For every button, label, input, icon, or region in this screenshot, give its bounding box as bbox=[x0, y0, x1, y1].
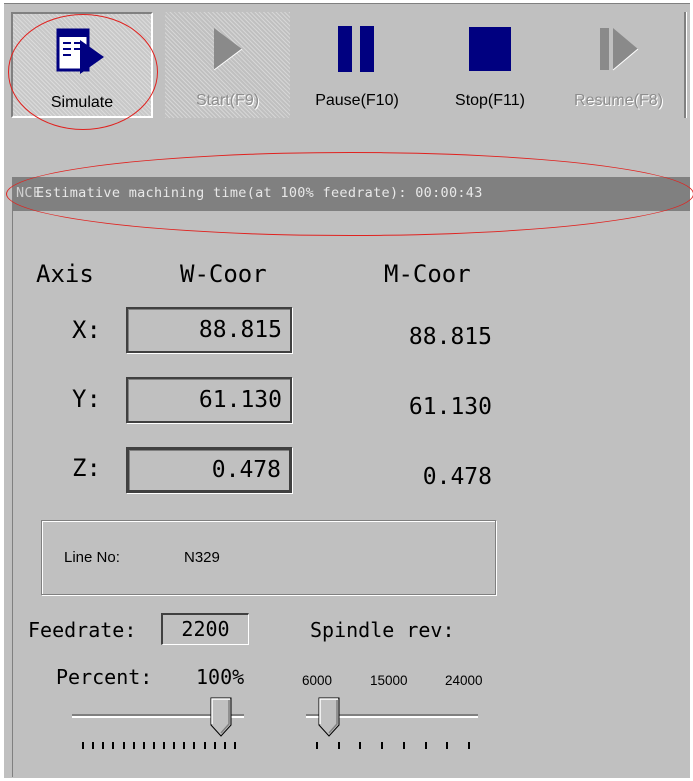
slider-tick bbox=[316, 742, 318, 749]
spindle-slider-thumb[interactable] bbox=[318, 697, 340, 737]
slider-tick bbox=[468, 742, 470, 749]
x-w-coordinate: 88.815 bbox=[126, 307, 292, 353]
y-w-coordinate: 61.130 bbox=[126, 377, 292, 423]
start-button[interactable]: Start(F9) bbox=[165, 12, 290, 118]
stop-icon bbox=[432, 22, 548, 76]
spindle-slider-ticks bbox=[316, 742, 470, 750]
line-number-label: Line No: bbox=[64, 549, 120, 566]
frame-divider bbox=[12, 211, 13, 777]
percent-value: 100% bbox=[196, 665, 245, 689]
slider-tick bbox=[142, 742, 145, 749]
slider-tick bbox=[381, 742, 384, 749]
slider-tick bbox=[92, 742, 95, 749]
pause-label: Pause(F10) bbox=[315, 92, 399, 109]
slider-tick bbox=[152, 742, 155, 749]
feedrate-label: Feedrate: bbox=[28, 618, 137, 642]
simulate-label: Simulate bbox=[50, 94, 114, 111]
slider-tick bbox=[424, 742, 427, 749]
percent-slider-ticks bbox=[82, 742, 236, 750]
pause-button[interactable]: Pause(F10) bbox=[297, 12, 417, 118]
spindle-rev-label: Spindle rev: bbox=[310, 618, 455, 642]
slider-tick bbox=[337, 742, 340, 749]
x-axis-label: X: bbox=[72, 316, 101, 344]
axis-header: Axis bbox=[36, 260, 94, 288]
z-axis-label: Z: bbox=[72, 454, 101, 482]
simulate-icon bbox=[13, 24, 151, 78]
toolbar-separator bbox=[684, 12, 687, 118]
slider-tick bbox=[446, 742, 449, 749]
stop-label: Stop(F11) bbox=[455, 92, 525, 109]
y-m-coordinate: 61.130 bbox=[408, 394, 492, 420]
m-coor-header: M-Coor bbox=[384, 260, 471, 288]
percent-label: Percent: bbox=[56, 665, 153, 689]
play-icon bbox=[165, 22, 290, 76]
slider-tick bbox=[402, 742, 405, 749]
line-number-value: N329 bbox=[184, 549, 220, 566]
x-m-coordinate: 88.815 bbox=[408, 324, 492, 350]
z-m-coordinate: 0.478 bbox=[422, 464, 492, 490]
slider-tick bbox=[359, 742, 362, 749]
slider-tick bbox=[163, 742, 166, 749]
slider-tick bbox=[213, 742, 216, 749]
slider-tick bbox=[132, 742, 135, 749]
top-border bbox=[3, 3, 690, 4]
resume-button[interactable]: Resume(F8) bbox=[555, 12, 682, 118]
machining-time-text: Estimative machining time(at 100% feedra… bbox=[36, 185, 483, 201]
slider-tick bbox=[112, 742, 115, 749]
stop-button[interactable]: Stop(F11) bbox=[432, 12, 548, 118]
spindle-tick-15000: 15000 bbox=[370, 673, 408, 688]
simulate-button[interactable]: Simulate bbox=[11, 12, 153, 118]
slider-tick bbox=[122, 742, 125, 749]
resume-icon bbox=[555, 22, 682, 76]
slider-tick bbox=[223, 742, 226, 749]
toolbar: Simulate Start(F9) Pause(F10) Stop(F11) … bbox=[7, 12, 689, 120]
z-w-coordinate: 0.478 bbox=[126, 447, 292, 493]
resume-label: Resume(F8) bbox=[574, 92, 663, 109]
spindle-tick-24000: 24000 bbox=[445, 673, 483, 688]
feedrate-field[interactable]: 2200 bbox=[161, 613, 249, 645]
w-coor-header: W-Coor bbox=[180, 260, 267, 288]
simulation-panel: Simulate Start(F9) Pause(F10) Stop(F11) … bbox=[3, 3, 690, 778]
left-border bbox=[3, 3, 4, 778]
start-label: Start(F9) bbox=[195, 92, 260, 109]
status-bar: NCE Estimative machining time(at 100% fe… bbox=[12, 177, 690, 211]
slider-tick bbox=[102, 742, 105, 749]
spindle-tick-6000: 6000 bbox=[302, 673, 333, 688]
slider-tick bbox=[82, 742, 84, 749]
y-axis-label: Y: bbox=[72, 385, 101, 413]
slider-tick bbox=[193, 742, 196, 749]
slider-tick bbox=[203, 742, 206, 749]
pause-icon bbox=[297, 22, 417, 76]
percent-slider-thumb[interactable] bbox=[210, 697, 232, 737]
slider-tick bbox=[234, 742, 236, 749]
slider-tick bbox=[173, 742, 176, 749]
slider-tick bbox=[183, 742, 186, 749]
line-number-box: Line No: N329 bbox=[41, 520, 496, 595]
